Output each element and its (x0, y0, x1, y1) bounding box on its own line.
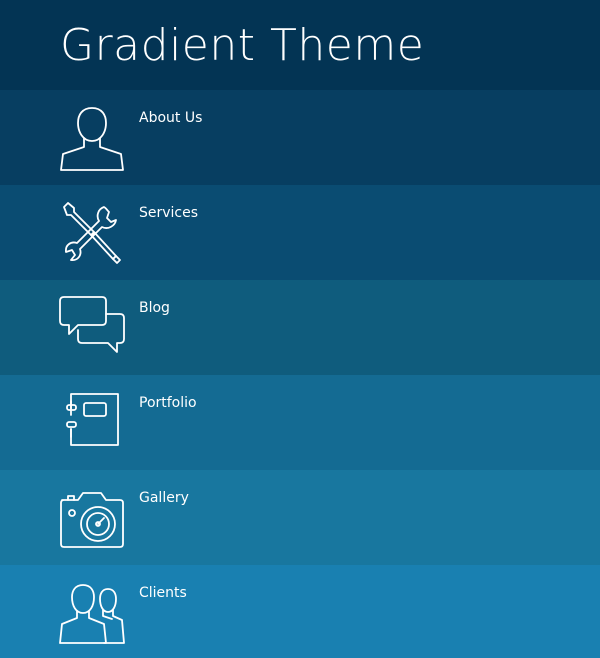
header: Gradient Theme (0, 0, 600, 90)
notebook-icon (58, 389, 126, 457)
tools-icon (58, 199, 126, 267)
menu-item-clients[interactable]: Clients (0, 565, 600, 658)
menu-item-gallery[interactable]: Gallery (0, 470, 600, 565)
page: Gradient Theme About Us Services Blog Po… (0, 0, 600, 658)
nav-menu: About Us Services Blog Portfolio Gallery… (0, 90, 600, 658)
menu-item-blog[interactable]: Blog (0, 280, 600, 375)
camera-icon (58, 484, 126, 552)
menu-item-label: Portfolio (139, 395, 197, 411)
page-title: Gradient Theme (60, 20, 425, 71)
chat-bubbles-icon (58, 294, 126, 362)
menu-item-services[interactable]: Services (0, 185, 600, 280)
menu-item-label: Clients (139, 585, 187, 601)
menu-item-label: Gallery (139, 490, 189, 506)
person-icon (58, 104, 126, 172)
menu-item-portfolio[interactable]: Portfolio (0, 375, 600, 470)
menu-item-about-us[interactable]: About Us (0, 90, 600, 185)
menu-item-label: About Us (139, 110, 203, 126)
menu-item-label: Blog (139, 300, 170, 316)
menu-item-label: Services (139, 205, 199, 221)
people-icon (58, 579, 126, 647)
